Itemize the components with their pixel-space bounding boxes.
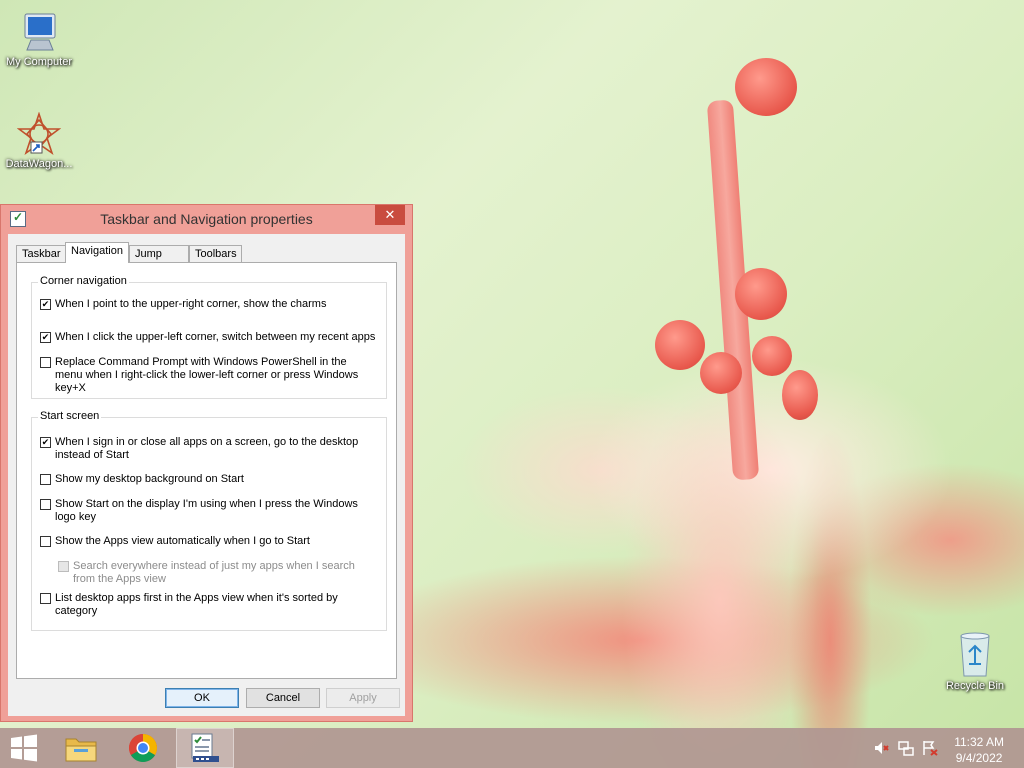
option-label: When I click the upper-left corner, swit… bbox=[55, 331, 376, 343]
folder-icon bbox=[65, 738, 97, 762]
taskbar-properties-button[interactable] bbox=[176, 728, 234, 768]
checkbox[interactable] bbox=[40, 299, 51, 310]
checkbox[interactable] bbox=[40, 593, 51, 604]
computer-icon bbox=[24, 13, 56, 51]
taskbar-file-explorer[interactable] bbox=[52, 728, 110, 768]
option-show-charms[interactable]: When I point to the upper-right corner, … bbox=[40, 298, 380, 311]
wallpaper-flower-bud bbox=[735, 58, 797, 116]
checkbox[interactable] bbox=[40, 474, 51, 485]
taskbar-properties-icon bbox=[191, 733, 219, 762]
dialog-client-area: Taskbar Navigation Jump Lists Toolbars C… bbox=[8, 234, 405, 716]
desktop-icon-my-computer[interactable]: My Computer bbox=[1, 10, 77, 68]
windows-logo-icon bbox=[11, 734, 37, 762]
chrome-icon bbox=[129, 734, 157, 762]
wallpaper-stamen bbox=[782, 370, 818, 420]
desktop-icon-datawagon[interactable]: DataWagon... bbox=[1, 112, 77, 170]
start-button[interactable] bbox=[0, 728, 58, 768]
option-desktop-background-on-start[interactable]: Show my desktop background on Start bbox=[40, 473, 380, 486]
option-show-apps-view[interactable]: Show the Apps view automatically when I … bbox=[40, 535, 380, 548]
option-label: Show the Apps view automatically when I … bbox=[55, 535, 310, 547]
action-center-icon[interactable] bbox=[922, 740, 938, 756]
wallpaper-stamen bbox=[655, 320, 705, 370]
checkbox[interactable] bbox=[40, 499, 51, 510]
start-screen-group: Start screen When I sign in or close all… bbox=[31, 410, 387, 631]
tab-taskbar[interactable]: Taskbar bbox=[16, 245, 66, 262]
datawagon-shortcut-icon bbox=[17, 112, 61, 156]
dialog-title: Taskbar and Navigation properties bbox=[100, 211, 313, 227]
checkbox bbox=[58, 561, 69, 572]
desktop-icon-label: My Computer bbox=[5, 56, 73, 68]
option-show-start-on-display[interactable]: Show Start on the display I'm using when… bbox=[40, 498, 370, 524]
taskbar: 11:32 AM 9/4/2022 bbox=[0, 728, 1024, 768]
desktop-icon-recycle-bin[interactable]: Recycle Bin bbox=[937, 630, 1013, 692]
checkbox[interactable] bbox=[40, 536, 51, 547]
navigation-tab-panel: Corner navigation When I point to the up… bbox=[16, 262, 397, 679]
option-label: Show my desktop background on Start bbox=[55, 473, 244, 485]
checkbox[interactable] bbox=[40, 332, 51, 343]
tab-jump-lists[interactable]: Jump Lists bbox=[129, 245, 189, 276]
desktop-icon-label: Recycle Bin bbox=[945, 680, 1005, 692]
wallpaper-stamen bbox=[752, 336, 792, 376]
clock-time: 11:32 AM bbox=[954, 735, 1004, 749]
option-list-desktop-apps-first[interactable]: List desktop apps first in the Apps view… bbox=[40, 592, 360, 618]
volume-muted-icon[interactable] bbox=[874, 740, 890, 756]
option-label: When I sign in or close all apps on a sc… bbox=[55, 436, 359, 461]
group-heading: Start screen bbox=[38, 410, 102, 422]
taskbar-navigation-properties-dialog: Taskbar and Navigation properties ✕ Task… bbox=[0, 204, 413, 722]
option-switch-recent-apps[interactable]: When I click the upper-left corner, swit… bbox=[40, 331, 380, 344]
option-go-to-desktop[interactable]: When I sign in or close all apps on a sc… bbox=[40, 436, 360, 462]
option-search-everywhere: Search everywhere instead of just my app… bbox=[58, 560, 358, 586]
dialog-titlebar[interactable]: Taskbar and Navigation properties ✕ bbox=[1, 205, 412, 233]
network-icon[interactable] bbox=[898, 740, 914, 756]
clock-date: 9/4/2022 bbox=[955, 751, 1003, 765]
option-label: When I point to the upper-right corner, … bbox=[55, 298, 327, 310]
recycle-bin-icon bbox=[960, 632, 990, 677]
ok-button[interactable]: OK bbox=[165, 688, 239, 708]
cancel-button[interactable]: Cancel bbox=[246, 688, 320, 708]
wallpaper-stamen bbox=[735, 268, 787, 320]
option-label: Replace Command Prompt with Windows Powe… bbox=[55, 356, 359, 394]
apply-button[interactable]: Apply bbox=[326, 688, 400, 708]
option-label: Show Start on the display I'm using when… bbox=[55, 498, 358, 523]
option-label: Search everywhere instead of just my app… bbox=[73, 560, 355, 585]
checkbox[interactable] bbox=[40, 357, 51, 368]
corner-navigation-group: Corner navigation When I point to the up… bbox=[31, 275, 387, 399]
option-label: List desktop apps first in the Apps view… bbox=[55, 592, 338, 617]
tab-navigation[interactable]: Navigation bbox=[65, 242, 129, 263]
desktop-icon-label: DataWagon... bbox=[5, 158, 73, 170]
checkbox[interactable] bbox=[40, 437, 51, 448]
option-replace-command-prompt[interactable]: Replace Command Prompt with Windows Powe… bbox=[40, 356, 370, 395]
taskbar-clock[interactable]: 11:32 AM 9/4/2022 bbox=[954, 734, 1004, 766]
group-heading: Corner navigation bbox=[38, 275, 129, 287]
close-button[interactable]: ✕ bbox=[375, 205, 405, 225]
tab-toolbars[interactable]: Toolbars bbox=[189, 245, 242, 262]
taskbar-chrome[interactable] bbox=[114, 728, 172, 768]
wallpaper-stamen bbox=[700, 352, 742, 394]
